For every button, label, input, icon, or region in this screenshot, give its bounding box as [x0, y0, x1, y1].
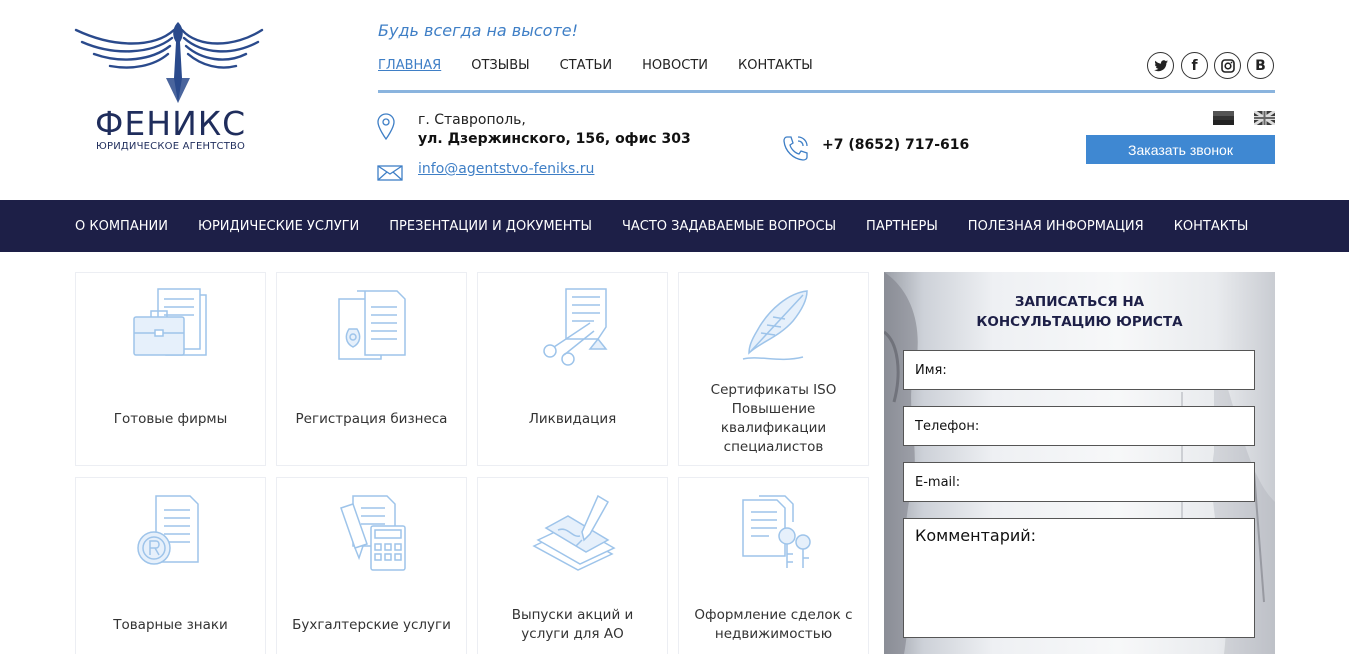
main-nav-contacts[interactable]: КОНТАКТЫ	[1174, 219, 1249, 234]
consultation-form-title: ЗАПИСАТЬСЯ НА КОНСУЛЬТАЦИЮ ЮРИСТА	[884, 292, 1275, 332]
keys-document-icon	[729, 492, 819, 576]
tagline: Будь всегда на высоте!	[378, 21, 579, 40]
main-nav-useful-info[interactable]: ПОЛЕЗНАЯ ИНФОРМАЦИЯ	[968, 219, 1144, 234]
email-field[interactable]: E-mail:	[903, 462, 1255, 502]
briefcase-icon	[126, 287, 216, 371]
phone-icon	[781, 133, 811, 167]
main-nav-presentations[interactable]: ПРЕЗЕНТАЦИИ И ДОКУМЕНТЫ	[389, 219, 592, 234]
service-tile-liquidation[interactable]: Ликвидация	[477, 272, 668, 466]
instagram-icon[interactable]	[1214, 52, 1241, 79]
email-field-label: E-mail:	[915, 474, 961, 490]
top-nav-articles[interactable]: СТАТЬИ	[560, 58, 613, 73]
name-field[interactable]: Имя:	[903, 350, 1255, 390]
top-nav: ГЛАВНАЯ ОТЗЫВЫ СТАТЬИ НОВОСТИ КОНТАКТЫ	[378, 58, 813, 73]
service-label: Оформление сделок с недвижимостью	[694, 607, 853, 642]
twitter-icon[interactable]	[1147, 52, 1174, 79]
address-city: г. Ставрополь,	[418, 112, 526, 128]
vk-glyph: В	[1255, 57, 1266, 74]
top-nav-contacts[interactable]: КОНТАКТЫ	[738, 58, 813, 73]
service-label-text: Сертификаты ISO Повышение квалификации с…	[710, 382, 837, 455]
top-nav-divider	[378, 90, 1275, 93]
phone-field-label: Телефон:	[915, 418, 980, 434]
facebook-glyph: f	[1191, 57, 1198, 74]
service-label: Выпуски акций и услуги для АО	[511, 607, 634, 642]
quill-icon	[729, 287, 819, 371]
calculator-icon	[327, 492, 417, 576]
service-tile-business-registration[interactable]: Регистрация бизнеса	[276, 272, 467, 466]
service-tile-shares-jsc[interactable]: Выпуски акций и услуги для АО	[477, 477, 668, 654]
main-nav: О КОМПАНИИ ЮРИДИЧЕСКИЕ УСЛУГИ ПРЕЗЕНТАЦИ…	[0, 200, 1349, 252]
facebook-icon[interactable]: f	[1181, 52, 1208, 79]
main-nav-faq[interactable]: ЧАСТО ЗАДАВАЕМЫЕ ВОПРОСЫ	[622, 219, 836, 234]
service-label: Регистрация бизнеса	[295, 411, 448, 427]
service-tile-iso-certificates[interactable]: Сертификаты ISO Повышение квалификации с…	[678, 272, 869, 466]
comment-field-label: Комментарий:	[915, 526, 1037, 545]
ru-flag-icon[interactable]	[1213, 110, 1234, 125]
scissors-document-icon	[528, 287, 618, 371]
location-pin-icon	[377, 113, 395, 145]
email-link[interactable]: info@agentstvo-feniks.ru	[418, 161, 594, 177]
emblem-document-icon	[327, 287, 417, 371]
address-street: ул. Дзержинского, 156, офис 303	[418, 131, 691, 147]
brand-subtitle: ЮРИДИЧЕСКОЕ АГЕНТСТВО	[96, 141, 246, 152]
service-label: Сертификаты ISO Повышение квалификации с…	[687, 381, 860, 457]
brand-name: ФЕНИКС	[95, 104, 247, 143]
logo[interactable]: ФЕНИКС ЮРИДИЧЕСКОЕ АГЕНТСТВО	[74, 18, 264, 158]
consultation-form: ЗАПИСАТЬСЯ НА КОНСУЛЬТАЦИЮ ЮРИСТА Имя: Т…	[884, 272, 1275, 654]
comment-textarea[interactable]: Комментарий:	[903, 518, 1255, 638]
phoenix-logo-icon	[74, 22, 264, 103]
envelope-icon	[377, 165, 403, 185]
service-label: Готовые фирмы	[113, 411, 228, 427]
main-nav-legal-services[interactable]: ЮРИДИЧЕСКИЕ УСЛУГИ	[198, 219, 359, 234]
top-nav-reviews[interactable]: ОТЗЫВЫ	[471, 58, 529, 73]
phone-number: +7 (8652) 717-616	[822, 137, 970, 153]
form-title-line1: ЗАПИСАТЬСЯ НА	[1014, 294, 1145, 310]
top-nav-home[interactable]: ГЛАВНАЯ	[378, 58, 441, 73]
top-nav-news[interactable]: НОВОСТИ	[642, 58, 708, 73]
service-label: Товарные знаки	[113, 617, 228, 633]
service-label: Бухгалтерские услуги	[292, 617, 451, 633]
service-tile-ready-companies[interactable]: Готовые фирмы	[75, 272, 266, 466]
service-tile-trademarks[interactable]: Товарные знаки	[75, 477, 266, 654]
service-tile-accounting[interactable]: Бухгалтерские услуги	[276, 477, 467, 654]
main-nav-about[interactable]: О КОМПАНИИ	[75, 219, 168, 234]
callback-button[interactable]: Заказать звонок	[1086, 135, 1275, 164]
service-tile-real-estate[interactable]: Оформление сделок с недвижимостью	[678, 477, 869, 654]
uk-flag-icon[interactable]	[1253, 109, 1276, 127]
main-nav-partners[interactable]: ПАРТНЕРЫ	[866, 219, 938, 234]
signing-pen-icon	[528, 492, 618, 576]
service-label: Ликвидация	[528, 411, 617, 427]
name-field-label: Имя:	[915, 362, 947, 378]
trademark-icon	[126, 492, 216, 576]
vk-icon[interactable]: В	[1247, 52, 1274, 79]
phone-field[interactable]: Телефон:	[903, 406, 1255, 446]
form-title-line2: КОНСУЛЬТАЦИЮ ЮРИСТА	[976, 314, 1183, 330]
